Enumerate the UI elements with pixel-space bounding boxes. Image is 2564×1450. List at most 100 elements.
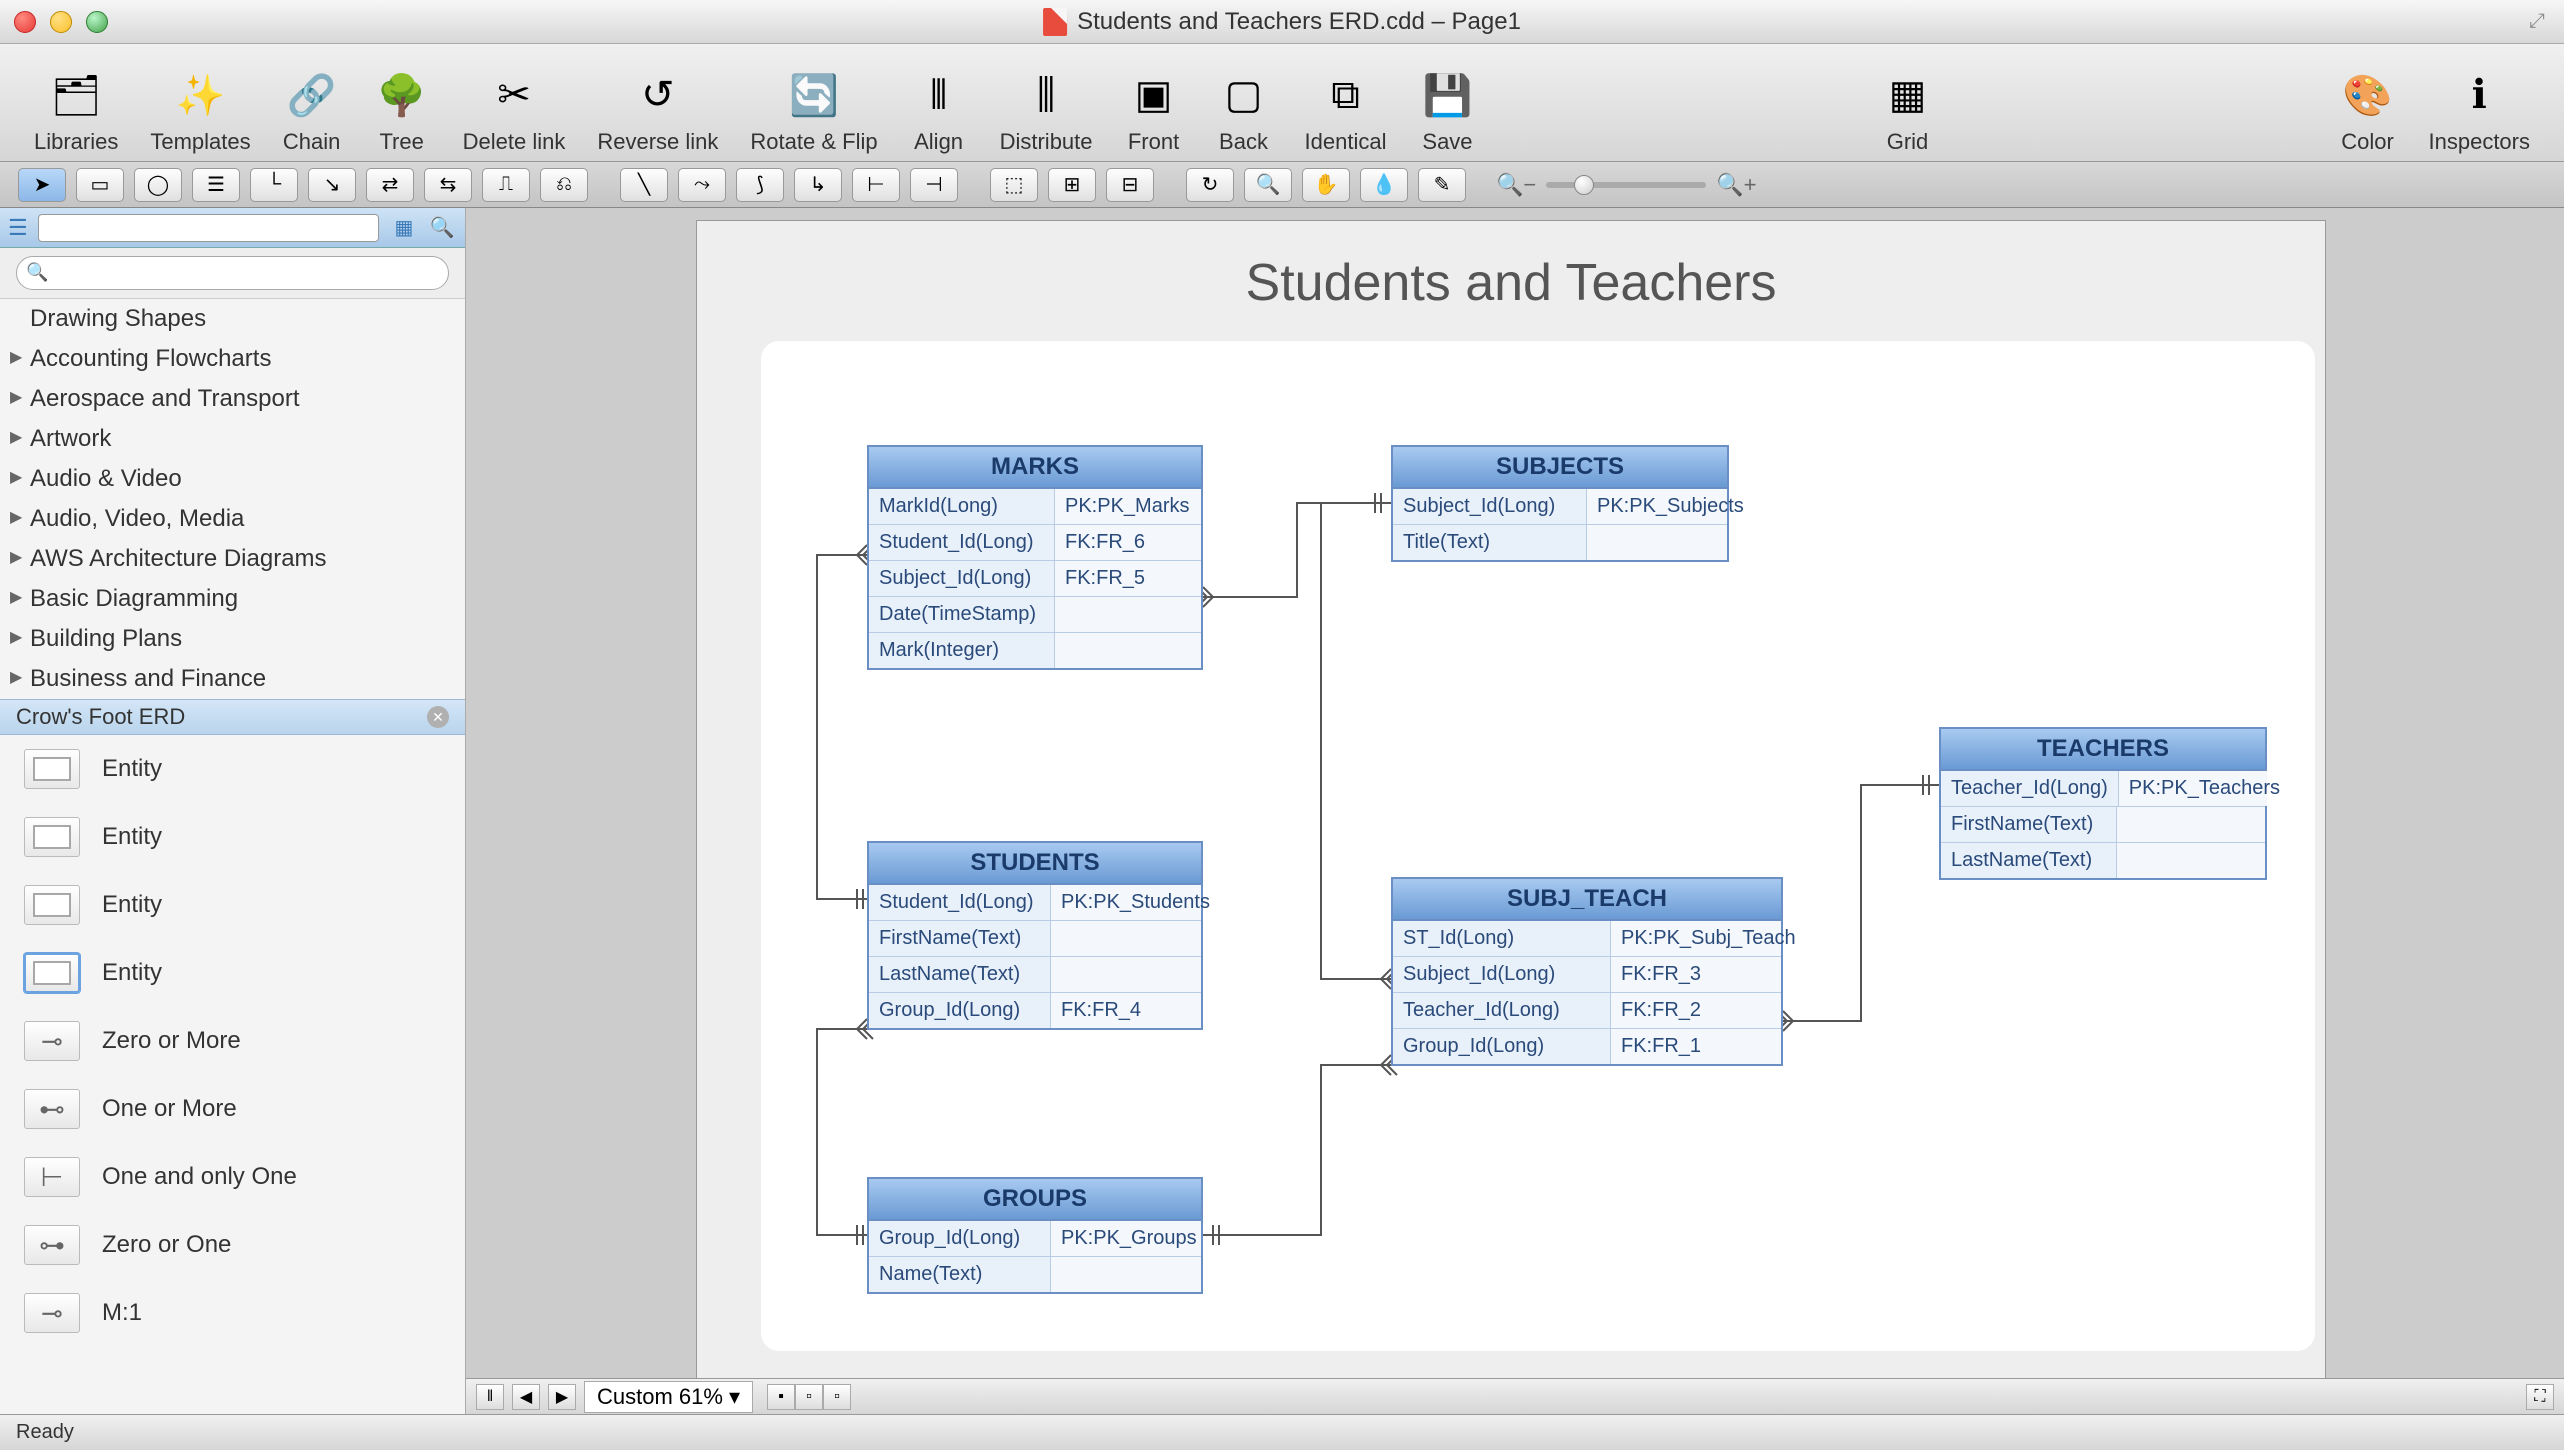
save-button[interactable]: 💾Save — [1402, 67, 1492, 155]
entity-students[interactable]: STUDENTSStudent_Id(Long)PK:PK_StudentsFi… — [867, 841, 1203, 1030]
close-section-icon[interactable]: ✕ — [427, 706, 449, 728]
zoom-window[interactable] — [86, 11, 108, 33]
rotate-flip-button[interactable]: 🔄Rotate & Flip — [734, 67, 893, 155]
shape-label: Zero or One — [102, 1231, 231, 1259]
category-item[interactable]: AWS Architecture Diagrams — [0, 539, 465, 579]
templates-button[interactable]: ✨Templates — [134, 67, 266, 155]
connector-3[interactable]: ⇄ — [366, 168, 414, 202]
reverse-link-button[interactable]: ↺Reverse link — [581, 67, 734, 155]
entity-row: Date(TimeStamp) — [869, 597, 1201, 633]
category-item[interactable]: Audio, Video, Media — [0, 499, 465, 539]
category-item[interactable]: Accounting Flowcharts — [0, 339, 465, 379]
pointer-tool[interactable]: ➤ — [18, 168, 66, 202]
diagram-page[interactable]: Students and Teachers — [696, 220, 2326, 1414]
toolbar-label: Distribute — [1000, 129, 1093, 155]
front-button[interactable]: ▣Front — [1109, 67, 1199, 155]
align-button[interactable]: ⫴Align — [894, 67, 984, 155]
category-item[interactable]: Business and Finance — [0, 659, 465, 699]
minimize-window[interactable] — [50, 11, 72, 33]
canvas[interactable]: Students and Teachers — [466, 208, 2564, 1414]
category-item[interactable]: Drawing Shapes — [0, 299, 465, 339]
fullscreen-icon[interactable]: ⤢ — [2524, 9, 2550, 35]
grid-view-icon[interactable]: ▦ — [389, 213, 419, 243]
shape-item[interactable]: ⊢One and only One — [0, 1143, 465, 1211]
shape-item[interactable]: ⊷One or More — [0, 1075, 465, 1143]
entity-header: SUBJECTS — [1393, 447, 1727, 489]
entity-key: PK:PK_Marks — [1055, 489, 1201, 524]
category-item[interactable]: Artwork — [0, 419, 465, 459]
chain-button[interactable]: 🔗Chain — [267, 67, 357, 155]
line-tool-3[interactable]: ⟆ — [736, 168, 784, 202]
shape-item[interactable]: ⊸Zero or More — [0, 1007, 465, 1075]
entity-key — [1051, 921, 1201, 956]
edit-tool-1[interactable]: ⬚ — [990, 168, 1038, 202]
page-tab-3[interactable]: ▫ — [823, 1384, 851, 1410]
line-tool-5[interactable]: ⊢ — [852, 168, 900, 202]
entity-marks[interactable]: MARKSMarkId(Long)PK:PK_MarksStudent_Id(L… — [867, 445, 1203, 670]
shape-item[interactable]: ⊸M:1 — [0, 1279, 465, 1347]
shape-item[interactable]: Entity — [0, 735, 465, 803]
category-item[interactable]: Building Plans — [0, 619, 465, 659]
connector-5[interactable]: ⎍ — [482, 168, 530, 202]
view-tool-1[interactable]: ↻ — [1186, 168, 1234, 202]
page-tab-1[interactable]: ▪ — [767, 1384, 795, 1410]
text-tool[interactable]: ☰ — [192, 168, 240, 202]
entity-field: Teacher_Id(Long) — [1941, 771, 2119, 806]
edit-tool-3[interactable]: ⊟ — [1106, 168, 1154, 202]
color-button[interactable]: 🎨Color — [2323, 67, 2413, 155]
category-item[interactable]: Audio & Video — [0, 459, 465, 499]
connector-2[interactable]: ↘ — [308, 168, 356, 202]
page-tab-2[interactable]: ▫ — [795, 1384, 823, 1410]
entity-teachers[interactable]: TEACHERSTeacher_Id(Long)PK:PK_TeachersFi… — [1939, 727, 2267, 880]
tree-button[interactable]: 🌳Tree — [357, 67, 447, 155]
category-item[interactable]: Aerospace and Transport — [0, 379, 465, 419]
prev-page[interactable]: ◀ — [512, 1384, 540, 1410]
entity-key: FK:FR_2 — [1611, 993, 1781, 1028]
zoom-slider[interactable]: 🔍− 🔍+ — [1496, 172, 1757, 198]
shape-item[interactable]: Entity — [0, 803, 465, 871]
line-tool-4[interactable]: ↳ — [794, 168, 842, 202]
distribute-button[interactable]: ⫼Distribute — [984, 67, 1109, 155]
shape-item[interactable]: ⊶Zero or One — [0, 1211, 465, 1279]
pause-icon[interactable]: ‖ — [476, 1384, 504, 1410]
line-tool-1[interactable]: ╲ — [620, 168, 668, 202]
category-item[interactable]: Basic Diagramming — [0, 579, 465, 619]
wand-tool[interactable]: ✎ — [1418, 168, 1466, 202]
toolbar-label: Inspectors — [2429, 129, 2531, 155]
section-crows-foot[interactable]: Crow's Foot ERD ✕ — [0, 699, 465, 735]
entity-groups[interactable]: GROUPSGroup_Id(Long)PK:PK_GroupsName(Tex… — [867, 1177, 1203, 1294]
fit-icon[interactable]: ⛶ — [2526, 1384, 2554, 1410]
zoom-in-icon[interactable]: 🔍+ — [1716, 172, 1756, 198]
zoom-out-icon[interactable]: 🔍− — [1496, 172, 1536, 198]
shape-item[interactable]: Entity — [0, 871, 465, 939]
inspectors-button[interactable]: ℹInspectors — [2413, 67, 2547, 155]
connector-4[interactable]: ⇆ — [424, 168, 472, 202]
library-filter[interactable] — [38, 214, 379, 242]
library-toggle-icon[interactable]: ☰ — [8, 215, 28, 241]
edit-tool-2[interactable]: ⊞ — [1048, 168, 1096, 202]
zoom-readout[interactable]: Custom 61%▾ — [584, 1381, 753, 1413]
hand-tool[interactable]: ✋ — [1302, 168, 1350, 202]
entity-row: FirstName(Text) — [869, 921, 1201, 957]
libraries-button[interactable]: 🗂Libraries — [18, 67, 134, 155]
entity-subjects[interactable]: SUBJECTSSubject_Id(Long)PK:PK_SubjectsTi… — [1391, 445, 1729, 562]
shape-item[interactable]: Entity — [0, 939, 465, 1007]
search-icon[interactable]: 🔍 — [427, 213, 457, 243]
entity-subj-teach[interactable]: SUBJ_TEACHST_Id(Long)PK:PK_Subj_TeachSub… — [1391, 877, 1783, 1066]
line-tool-2[interactable]: ⤳ — [678, 168, 726, 202]
back-button[interactable]: ▢Back — [1199, 67, 1289, 155]
rect-tool[interactable]: ▭ — [76, 168, 124, 202]
connector-1[interactable]: └ — [250, 168, 298, 202]
close-window[interactable] — [14, 11, 36, 33]
ellipse-tool[interactable]: ◯ — [134, 168, 182, 202]
status-text: Ready — [0, 1421, 90, 1444]
next-page[interactable]: ▶ — [548, 1384, 576, 1410]
connector-6[interactable]: ⎌ — [540, 168, 588, 202]
line-tool-6[interactable]: ⊣ — [910, 168, 958, 202]
identical-button[interactable]: ⧉Identical — [1289, 67, 1403, 155]
grid-button[interactable]: ▦Grid — [1862, 67, 1952, 155]
delete-link-button[interactable]: ✂Delete link — [447, 67, 582, 155]
zoom-tool[interactable]: 🔍 — [1244, 168, 1292, 202]
drop-tool[interactable]: 💧 — [1360, 168, 1408, 202]
shape-search[interactable] — [16, 256, 449, 290]
